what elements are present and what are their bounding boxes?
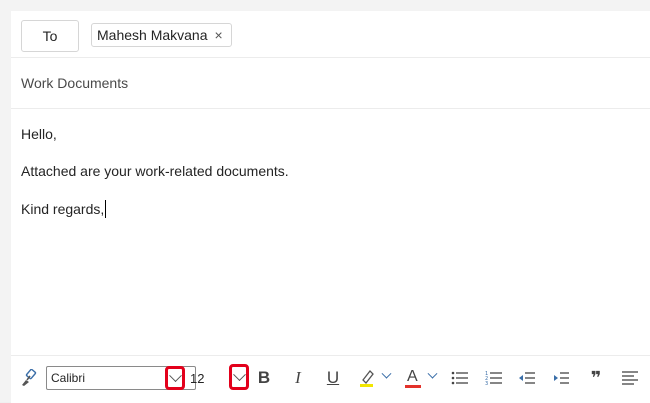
svg-text:3: 3 xyxy=(485,381,488,386)
font-dropdown-chevron-icon[interactable] xyxy=(165,366,185,390)
decrease-indent-icon[interactable] xyxy=(516,367,538,389)
compose-window: To Mahesh Makvana × Work Documents Hello… xyxy=(0,0,650,403)
highlight-icon[interactable] xyxy=(356,367,378,389)
to-button[interactable]: To xyxy=(21,20,79,52)
chevron-down-icon xyxy=(381,368,391,379)
chevron-down-icon xyxy=(168,368,182,382)
recipient-chip[interactable]: Mahesh Makvana × xyxy=(91,23,232,47)
font-color-swatch xyxy=(405,385,421,388)
numbering-icon[interactable]: 1 2 3 xyxy=(483,367,505,389)
font-color-icon[interactable]: A xyxy=(402,367,424,389)
bullets-icon[interactable] xyxy=(449,367,471,389)
subject-field[interactable]: Work Documents xyxy=(11,58,650,109)
recipient-name: Mahesh Makvana xyxy=(97,27,208,43)
remove-recipient-icon[interactable]: × xyxy=(215,28,223,42)
italic-icon[interactable]: I xyxy=(288,367,308,389)
font-family-value: Calibri xyxy=(51,371,86,385)
body-line-closing-text: Kind regards, xyxy=(21,201,105,217)
quote-icon[interactable]: ❞ xyxy=(585,367,607,389)
underline-icon[interactable]: U xyxy=(323,367,343,389)
font-color-letter: A xyxy=(407,368,418,385)
message-body[interactable]: Hello, Attached are your work-related do… xyxy=(11,109,650,354)
text-caret xyxy=(105,200,107,218)
chevron-down-icon xyxy=(427,368,437,379)
body-line-main: Attached are your work-related documents… xyxy=(21,163,289,179)
bold-icon[interactable]: B xyxy=(254,367,274,389)
body-line-closing: Kind regards, xyxy=(21,200,107,218)
body-line-greeting: Hello, xyxy=(21,126,57,142)
subject-text: Work Documents xyxy=(21,75,129,91)
format-painter-icon[interactable] xyxy=(17,367,39,389)
highlight-dropdown-icon[interactable] xyxy=(380,368,392,383)
font-color-dropdown-icon[interactable] xyxy=(426,368,438,383)
align-icon[interactable] xyxy=(619,367,641,389)
compose-panel: To Mahesh Makvana × Work Documents Hello… xyxy=(11,11,650,403)
chevron-down-icon xyxy=(232,367,246,381)
size-dropdown-chevron-icon[interactable] xyxy=(229,364,249,390)
to-row: To Mahesh Makvana × xyxy=(11,11,650,58)
font-size-value: 12 xyxy=(190,371,205,386)
increase-indent-icon[interactable] xyxy=(550,367,572,389)
formatting-toolbar: Calibri 12 B I U A 1 2 3 ❞ xyxy=(11,355,650,403)
